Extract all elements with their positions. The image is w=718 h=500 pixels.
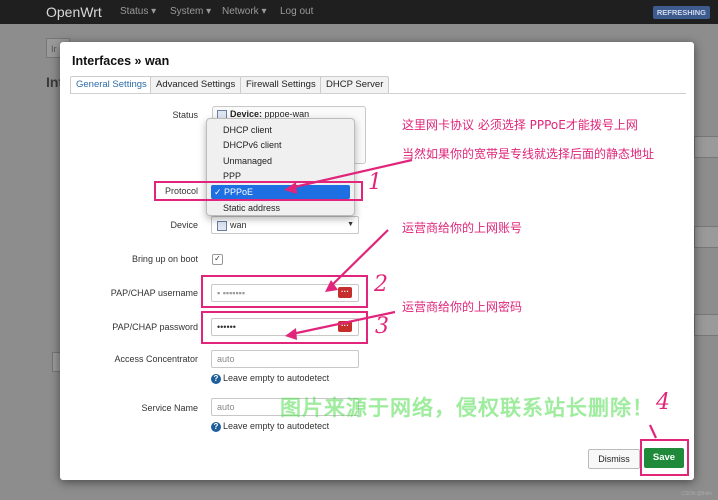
arrow-username [329,229,389,288]
annotation-arrows [284,158,657,439]
arrow-password [291,310,396,336]
watermark-text: 图片来源于网络，侵权联系站长删除！ [280,396,654,420]
arrow-save [649,424,657,439]
arrow-protocol [289,158,413,190]
credit-text: CSDN @lhilin [681,491,712,497]
